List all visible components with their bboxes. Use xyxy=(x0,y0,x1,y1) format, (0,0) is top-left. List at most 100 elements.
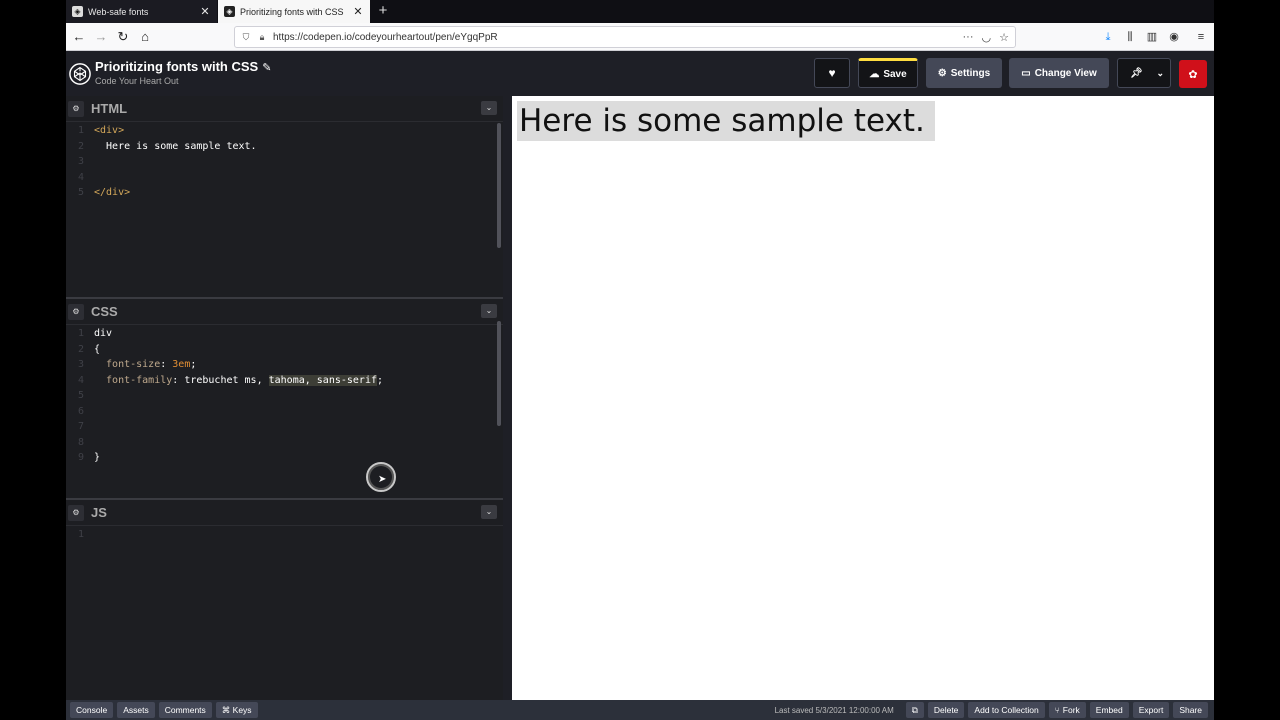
codepen-favicon-icon: ◈ xyxy=(224,6,235,17)
reload-icon[interactable]: ↻ xyxy=(114,28,132,46)
heart-icon: ♥ xyxy=(828,66,836,80)
love-button[interactable]: ♥ xyxy=(814,58,850,88)
scrollbar[interactable] xyxy=(497,321,501,426)
sidebar-icon[interactable]: ▥ xyxy=(1144,28,1160,46)
code-token: : xyxy=(160,359,173,370)
code-line[interactable]: 2 Here is some sample text. xyxy=(66,139,503,155)
code-line[interactable]: 9} xyxy=(66,450,503,466)
fork-label: Fork xyxy=(1062,705,1080,715)
comments-button[interactable]: Comments xyxy=(158,702,212,718)
js-editor: ⚙ JS ⌄ 1 xyxy=(66,500,503,700)
pen-author[interactable]: Code Your Heart Out xyxy=(95,76,179,86)
bookmark-star-icon[interactable]: ☆ xyxy=(999,31,1009,44)
gear-icon[interactable]: ⚙ xyxy=(68,504,84,521)
js-editor-header: ⚙ JS ⌄ xyxy=(66,500,503,526)
code-line[interactable]: 2{ xyxy=(66,342,503,358)
code-token: ; xyxy=(376,374,384,386)
forward-icon[interactable]: → xyxy=(92,28,110,46)
code-line[interactable]: 4 font-family: trebuchet ms, tahoma, san… xyxy=(66,373,503,389)
tab-prioritizing-fonts[interactable]: ◈ Prioritizing fonts with CSS ✕ xyxy=(218,0,370,23)
code-line[interactable]: 5 xyxy=(66,388,503,404)
gear-icon[interactable]: ⚙ xyxy=(68,100,84,117)
js-editor-title: JS xyxy=(91,505,107,520)
url-text: https://codepen.io/codeyourheartout/pen/… xyxy=(273,31,498,43)
fork-icon: ⑂ xyxy=(1054,705,1060,715)
keys-button[interactable]: ⌘ Keys xyxy=(215,702,258,718)
mouse-cursor: ➤ xyxy=(366,462,396,492)
preview-sample-text: Here is some sample text. xyxy=(517,101,935,141)
delete-button[interactable]: Delete xyxy=(927,702,965,718)
code-token: Here is some sample text. xyxy=(94,140,257,152)
js-code-area[interactable]: 1 xyxy=(66,527,503,543)
pocket-icon[interactable]: ◡ xyxy=(982,31,992,44)
code-line[interactable]: 1 <div> xyxy=(66,123,503,139)
change-view-button[interactable]: ▭ Change View xyxy=(1009,58,1109,88)
library-icon[interactable]: ⫼ xyxy=(1122,28,1138,46)
html-editor: ⚙ HTML ⌄ 1 <div> 2 Here is some sample tex… xyxy=(66,96,503,297)
pin-icon: 📌︎ xyxy=(1130,67,1143,79)
external-link-icon: ⧉ xyxy=(911,704,918,715)
fork-button[interactable]: ⑂ Fork xyxy=(1048,702,1086,718)
html-editor-header: ⚙ HTML ⌄ xyxy=(66,96,503,122)
browser-window: ◈ Web-safe fonts ✕ ◈ Prioritizing fonts … xyxy=(66,0,1214,720)
avatar[interactable]: ✿ xyxy=(1179,60,1207,88)
code-token: tahoma, sans-serif xyxy=(268,374,377,386)
menu-icon[interactable]: ≡ xyxy=(1193,28,1209,46)
add-to-collection-button[interactable]: Add to Collection xyxy=(968,702,1045,718)
home-icon[interactable]: ⌂ xyxy=(136,28,154,46)
tab-web-safe-fonts[interactable]: ◈ Web-safe fonts ✕ xyxy=(66,0,217,23)
browser-toolbar: ← → ↻ ⌂ ⛉ 🔒︎ https://codepen.io/codeyour… xyxy=(66,23,1214,51)
more-icon[interactable]: ··· xyxy=(963,31,974,43)
tab-strip: ◈ Web-safe fonts ✕ ◈ Prioritizing fonts … xyxy=(66,0,1214,23)
close-icon[interactable]: ✕ xyxy=(352,5,364,18)
html-editor-title: HTML xyxy=(91,101,128,116)
code-line[interactable]: 1 xyxy=(66,527,503,543)
chevron-down-icon[interactable]: ⌄ xyxy=(481,101,497,115)
code-token: } xyxy=(94,452,101,463)
save-button[interactable]: ☁ Save xyxy=(858,58,918,88)
cloud-icon: ☁ xyxy=(869,68,880,80)
close-icon[interactable]: ✕ xyxy=(199,5,211,18)
chevron-down-icon[interactable]: ⌄ xyxy=(481,304,497,318)
pointer-icon: ➤ xyxy=(378,474,387,485)
gear-icon: ⚙ xyxy=(937,67,947,79)
back-icon[interactable]: ← xyxy=(70,28,88,46)
code-line[interactable]: 7 xyxy=(66,419,503,435)
new-tab-icon[interactable]: + xyxy=(376,2,390,20)
account-icon[interactable]: ◉ xyxy=(1166,28,1182,46)
code-line[interactable]: 8 xyxy=(66,435,503,451)
url-bar[interactable]: ⛉ 🔒︎ https://codepen.io/codeyourheartout… xyxy=(234,26,1016,48)
chevron-down-icon[interactable]: ⌄ xyxy=(481,505,497,519)
line-number: 2 xyxy=(77,343,84,355)
css-code-area[interactable]: 1 div 2{3 font-size: 3em; 4 font-family: tr… xyxy=(66,326,503,466)
settings-button[interactable]: ⚙ Settings xyxy=(926,58,1002,88)
codepen-logo-icon[interactable] xyxy=(69,63,91,85)
code-line[interactable]: 1 div xyxy=(66,326,503,342)
code-token: { xyxy=(94,343,101,355)
gear-icon[interactable]: ⚙ xyxy=(68,303,84,320)
pen-title[interactable]: Prioritizing fonts with CSS ✎ xyxy=(95,59,271,74)
code-line[interactable]: 3 xyxy=(66,154,503,170)
download-icon[interactable]: ⤓ xyxy=(1100,28,1116,46)
pencil-icon[interactable]: ✎ xyxy=(262,62,271,74)
export-button[interactable]: Export xyxy=(1132,702,1170,718)
line-number: 2 xyxy=(77,140,84,152)
console-button[interactable]: Console xyxy=(70,702,114,718)
code-line[interactable]: 3 font-size: 3em; xyxy=(66,357,503,373)
code-line[interactable]: 4 xyxy=(66,170,503,186)
code-line[interactable]: 5 </div> xyxy=(66,185,503,201)
share-button[interactable]: Share xyxy=(1173,702,1208,718)
css-editor: ⚙ CSS ⌄ 1 div 2{3 font-size: 3em; 4 font-fa… xyxy=(66,299,503,498)
preview-pane[interactable]: Here is some sample text. xyxy=(512,96,1214,700)
line-number: 6 xyxy=(77,405,84,417)
assets-button[interactable]: Assets xyxy=(117,702,155,718)
embed-button[interactable]: Embed xyxy=(1089,702,1129,718)
line-number: 4 xyxy=(77,171,84,183)
shield-icon: ⛉ xyxy=(242,31,250,42)
open-external-button[interactable]: ⧉ xyxy=(905,702,924,718)
code-line[interactable]: 6 xyxy=(66,404,503,420)
pin-button[interactable]: 📌︎ ⌄ xyxy=(1117,58,1171,88)
html-code-area[interactable]: 1 <div> 2 Here is some sample text. 3 4 5 </di… xyxy=(66,123,503,201)
scrollbar[interactable] xyxy=(497,123,501,248)
chevron-down-icon[interactable]: ⌄ xyxy=(1156,68,1164,79)
